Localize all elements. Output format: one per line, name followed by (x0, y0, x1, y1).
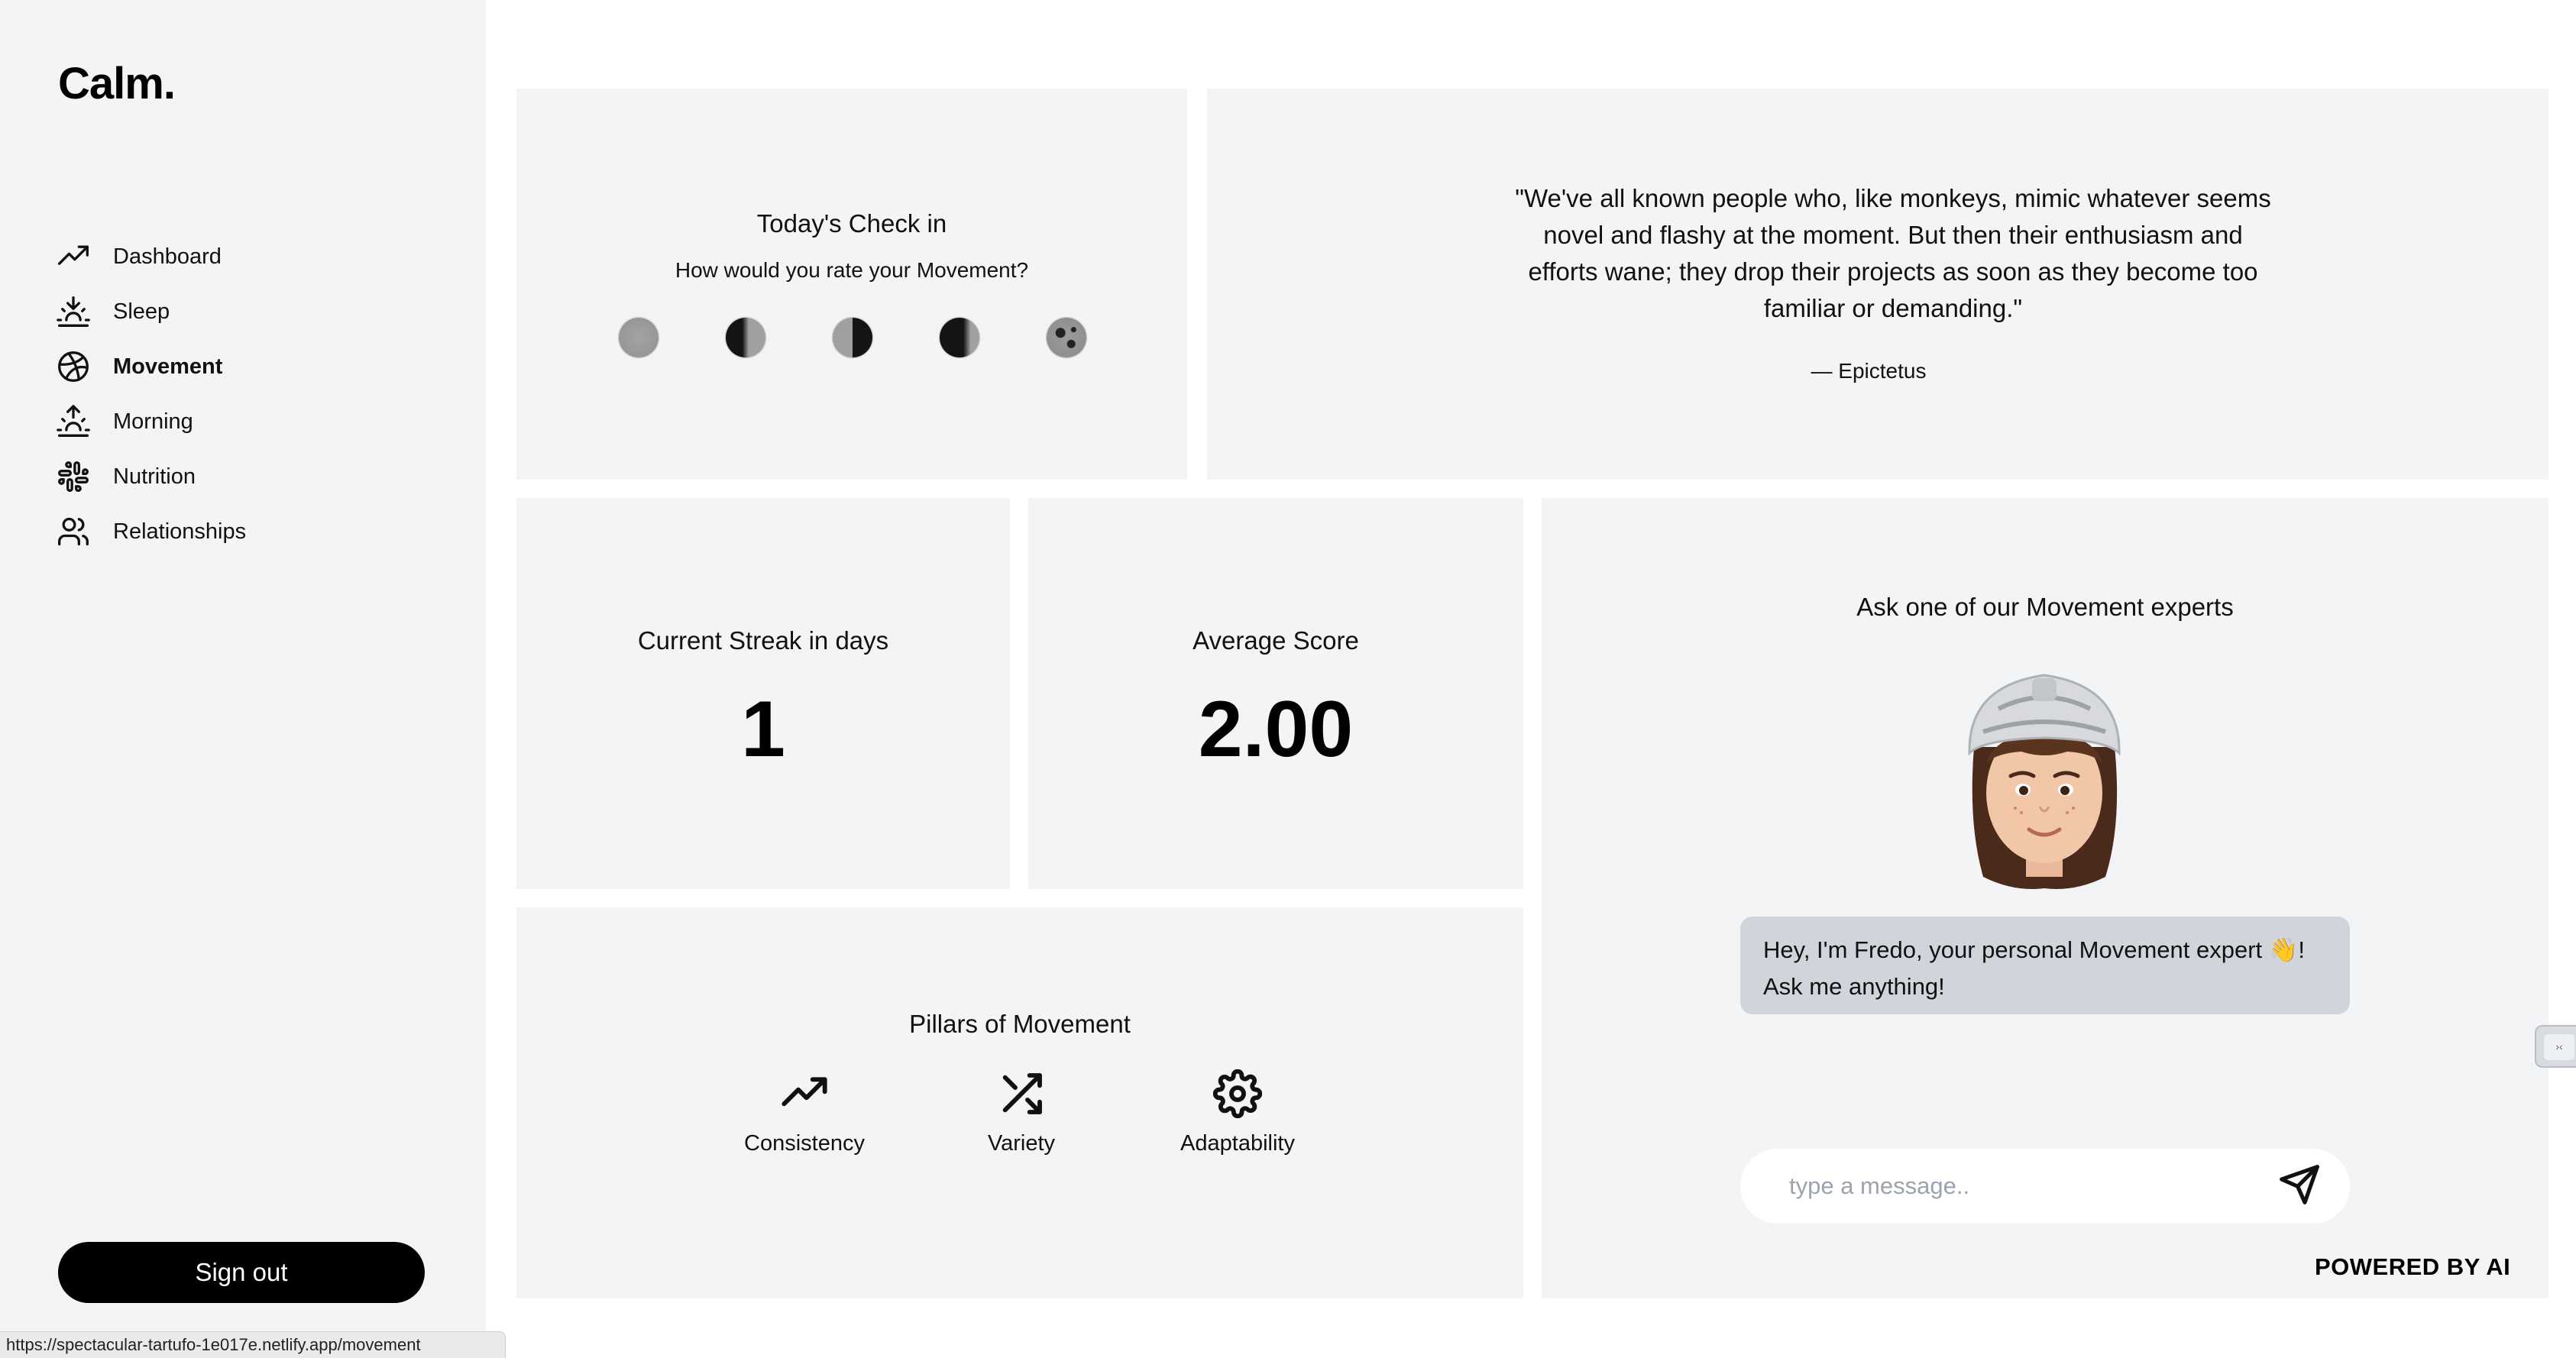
trending-up-icon (57, 240, 90, 273)
cyclist-memoji-avatar (1953, 655, 2136, 892)
quote-author: — Epictetus (1811, 359, 1927, 383)
streak-label: Current Streak in days (637, 626, 889, 655)
sidebar-nav: Dashboard Sleep Movement Morning Nutriti… (57, 229, 246, 559)
message-input[interactable] (1789, 1172, 2278, 1200)
gear-icon (1154, 1069, 1322, 1122)
full-moon-grey-icon[interactable] (619, 318, 659, 357)
sidebar-item-label: Movement (113, 354, 223, 379)
pillar-adaptability: Adaptability (1154, 1069, 1322, 1156)
pillar-variety: Variety (937, 1069, 1105, 1156)
sidebar-item-sleep[interactable]: Sleep (57, 284, 246, 339)
sidebar-item-label: Nutrition (113, 464, 196, 489)
waning-crescent-icon[interactable] (726, 318, 765, 357)
sidebar: Calm. Dashboard Sleep Movement Morning N… (0, 0, 486, 1358)
message-composer (1740, 1149, 2350, 1224)
streak-card: Current Streak in days 1 (516, 498, 1010, 889)
pillars-title: Pillars of Movement (909, 1010, 1131, 1038)
sidebar-item-nutrition[interactable]: Nutrition (57, 449, 246, 504)
quote-text: "We've all known people who, like monkey… (1515, 184, 2271, 322)
average-score-card: Average Score 2.00 (1028, 498, 1523, 889)
slack-grid-icon (57, 460, 90, 493)
sidebar-item-morning[interactable]: Morning (57, 394, 246, 449)
dribbble-ball-icon (57, 350, 90, 383)
sidebar-item-movement[interactable]: Movement (57, 339, 246, 394)
checkin-title: Today's Check in (756, 209, 947, 238)
sidebar-item-label: Morning (113, 409, 193, 434)
waxing-crescent-icon[interactable] (940, 318, 979, 357)
sidebar-item-dashboard[interactable]: Dashboard (57, 229, 246, 284)
sunrise-icon (57, 405, 90, 438)
browser-status-url: https://spectacular-tartufo-1e017e.netli… (0, 1331, 506, 1358)
pillar-consistency: Consistency (720, 1069, 888, 1156)
average-score-label: Average Score (1193, 626, 1359, 655)
send-icon[interactable] (2278, 1163, 2324, 1209)
half-moon-icon[interactable] (833, 318, 872, 357)
new-moon-crater-icon[interactable] (1047, 318, 1086, 357)
pillar-label: Variety (987, 1131, 1056, 1156)
quote-card: "We've all known people who, like monkey… (1207, 89, 2548, 480)
chat-greeting-bubble: Hey, I'm Fredo, your personal Movement e… (1740, 917, 2350, 1014)
checkin-card: Today's Check in How would you rate your… (516, 89, 1187, 480)
pillar-label: Adaptability (1180, 1131, 1295, 1156)
checkin-question: How would you rate your Movement? (675, 258, 1029, 282)
sidebar-item-label: Sleep (113, 299, 170, 324)
app-logo[interactable]: Calm. (58, 58, 176, 109)
pillar-label: Consistency (744, 1131, 865, 1156)
sidebar-item-relationships[interactable]: Relationships (57, 504, 246, 559)
users-icon (57, 515, 90, 548)
code-icon: ›‹ (2544, 1034, 2574, 1060)
shuffle-icon (937, 1069, 1105, 1122)
streak-value: 1 (741, 685, 785, 774)
sunset-icon (57, 295, 90, 328)
expert-title: Ask one of our Movement experts (1856, 593, 2234, 621)
sign-out-button[interactable]: Sign out (58, 1242, 425, 1303)
pillars-card: Pillars of Movement Consistency Variety … (516, 907, 1523, 1298)
powered-by-label: POWERED BY AI (2315, 1253, 2511, 1280)
average-score-value: 2.00 (1198, 685, 1354, 774)
trending-up-icon (720, 1069, 888, 1122)
sidebar-item-label: Dashboard (113, 244, 222, 269)
sidebar-item-label: Relationships (113, 519, 247, 544)
side-panel-toggle[interactable]: ›‹ (2535, 1025, 2576, 1068)
